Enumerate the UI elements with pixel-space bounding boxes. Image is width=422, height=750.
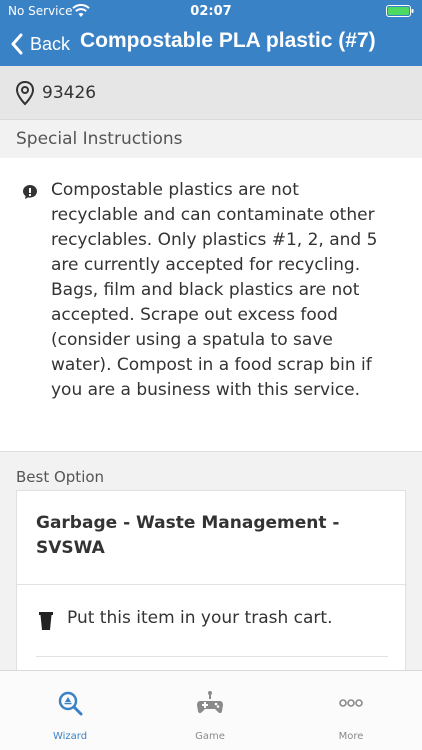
special-instructions-header: Special Instructions bbox=[0, 121, 422, 158]
instructions-text: Compostable plastics are not recyclable … bbox=[51, 180, 378, 400]
tab-label-game: Game bbox=[195, 731, 225, 742]
battery-icon bbox=[386, 5, 414, 17]
navigation-bar: Back Compostable PLA plastic (#7) bbox=[0, 22, 422, 66]
instructions-card: Compostable plastics are not recyclable … bbox=[0, 158, 422, 452]
page-title: Compostable PLA plastic (#7) bbox=[80, 29, 376, 52]
tab-game[interactable]: Game bbox=[140, 671, 280, 750]
best-option-section: Garbage - Waste Management - SVSWA Put t… bbox=[0, 490, 422, 670]
chevron-left-icon bbox=[11, 33, 23, 55]
back-label: Back bbox=[30, 33, 71, 54]
tab-bar: Wizard Game More bbox=[0, 670, 422, 750]
status-bar: No Service 02:07 bbox=[0, 0, 422, 22]
more-dots-icon bbox=[339, 699, 363, 707]
tab-label-wizard: Wizard bbox=[52, 731, 88, 742]
recycle-search-icon bbox=[58, 691, 83, 716]
tab-label-more: More bbox=[338, 731, 364, 742]
location-bar[interactable]: 93426 bbox=[0, 66, 422, 120]
tab-more[interactable]: More bbox=[281, 671, 421, 750]
best-option-card[interactable]: Garbage - Waste Management - SVSWA Put t… bbox=[16, 490, 407, 670]
option-action: Put this item in your trash cart. bbox=[67, 608, 333, 628]
trash-cart-icon bbox=[39, 612, 53, 630]
zip-code: 93426 bbox=[42, 82, 97, 103]
gamepad-icon bbox=[197, 691, 223, 714]
back-button[interactable]: Back bbox=[10, 28, 70, 60]
header: No Service 02:07 Back Compostable PLA pl… bbox=[0, 0, 422, 66]
best-option-header: Best Option bbox=[0, 452, 422, 490]
alert-icon bbox=[23, 185, 37, 199]
status-time: 02:07 bbox=[190, 4, 232, 19]
map-pin-icon bbox=[15, 80, 35, 105]
option-title: Garbage - Waste Management - SVSWA bbox=[36, 513, 340, 558]
divider bbox=[17, 584, 407, 585]
divider bbox=[36, 656, 388, 657]
tab-wizard[interactable]: Wizard bbox=[0, 671, 140, 750]
